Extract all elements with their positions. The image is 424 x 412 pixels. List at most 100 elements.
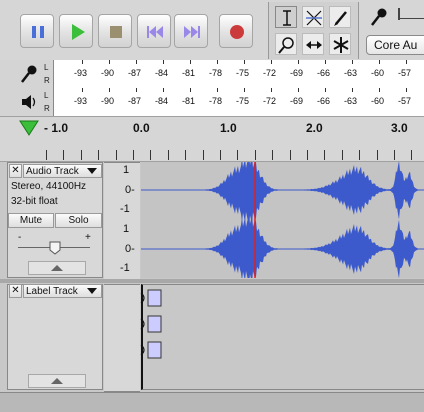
record-left-channel-label: L xyxy=(44,63,49,72)
scale-top-1: 1 xyxy=(123,164,130,176)
play-tick-mark xyxy=(406,88,407,92)
play-tick-label: -75 xyxy=(236,96,250,106)
record-tick-mark xyxy=(244,60,245,64)
ruler-tick xyxy=(81,150,82,160)
play-tick-label: -90 xyxy=(101,96,115,106)
ruler-tick xyxy=(255,150,256,160)
record-tick-mark xyxy=(379,60,380,64)
pause-icon xyxy=(32,26,44,38)
record-meter[interactable]: -93 -90 -87 -84 -81 -78 -75 -72 -69 -66 -63 -60 -57 xyxy=(53,60,424,88)
playback-left-channel-label: L xyxy=(44,91,49,100)
microphone-icon xyxy=(21,65,37,83)
audio-track-format: Stereo, 44100Hz xyxy=(11,181,87,192)
playback-meter-row: L R -93 -90 -87 -84 -81 -78 -75 -72 -69 -66 -63 -60… xyxy=(0,88,424,116)
close-icon: ✕ xyxy=(11,165,20,176)
play-tick-label: -81 xyxy=(182,96,196,106)
skip-to-end-button[interactable] xyxy=(174,14,208,48)
label-track-area[interactable] xyxy=(141,284,424,390)
ruler-tick xyxy=(116,150,117,160)
magnifier-icon xyxy=(278,37,294,54)
audio-track-collapse-button[interactable] xyxy=(28,261,86,275)
gain-slider-thumb[interactable] xyxy=(49,241,61,255)
label-track-collapse-button[interactable] xyxy=(28,374,86,388)
ruler-tick xyxy=(168,150,169,160)
ruler-tick xyxy=(150,150,151,160)
label-marker[interactable] xyxy=(140,341,162,359)
play-tick-mark xyxy=(244,88,245,92)
ruler-label: 2.0 xyxy=(306,121,323,135)
envelope-icon xyxy=(306,10,322,26)
ruler-tick xyxy=(46,150,47,160)
record-meter-row: L R -93 -90 -87 -84 -81 -78 -75 -72 -69 -66 -63 -60… xyxy=(0,60,424,88)
skip-to-start-button[interactable] xyxy=(137,14,171,48)
selection-tool[interactable] xyxy=(275,6,297,28)
ruler-tick xyxy=(342,150,343,160)
skip-to-start-icon xyxy=(147,26,163,38)
close-icon: ✕ xyxy=(11,285,20,296)
input-device-select[interactable]: Core Au xyxy=(366,35,424,55)
mute-button[interactable]: Mute xyxy=(8,213,54,228)
audio-waveform xyxy=(141,162,424,278)
play-tick-label: -60 xyxy=(371,96,385,106)
play-tick-label: -69 xyxy=(290,96,304,106)
ruler-tick xyxy=(185,150,186,160)
record-tick-label: -84 xyxy=(155,68,169,78)
label-track-name: Label Track xyxy=(26,286,78,297)
record-tick-label: -72 xyxy=(263,68,277,78)
record-tick-mark xyxy=(163,60,164,64)
zoom-tool[interactable] xyxy=(275,33,297,55)
playback-meter[interactable]: -93 -90 -87 -84 -81 -78 -75 -72 -69 -66 -63 -60 -57 xyxy=(53,88,424,116)
gain-slider[interactable] xyxy=(18,241,90,255)
play-tick-mark xyxy=(82,88,83,92)
skip-to-end-icon xyxy=(184,26,200,38)
record-tick-label: -81 xyxy=(182,68,196,78)
record-tick-label: -69 xyxy=(290,68,304,78)
play-tick-label: -78 xyxy=(209,96,223,106)
envelope-tool[interactable] xyxy=(302,6,324,28)
label-track-name-menu[interactable]: Label Track xyxy=(23,284,102,298)
asterisk-icon xyxy=(333,37,349,53)
record-tick-mark xyxy=(271,60,272,64)
play-tick-mark xyxy=(271,88,272,92)
draw-tool[interactable] xyxy=(329,6,351,28)
audio-track-name-menu[interactable]: Audio Track xyxy=(23,164,102,178)
record-tick-mark xyxy=(217,60,218,64)
label-track-close-button[interactable]: ✕ xyxy=(9,284,22,298)
play-tick-mark xyxy=(298,88,299,92)
ruler-tick xyxy=(133,150,134,160)
play-tick-label: -63 xyxy=(344,96,358,106)
play-icon xyxy=(72,24,85,40)
play-button[interactable] xyxy=(59,14,93,48)
microphone-icon xyxy=(371,8,387,26)
ruler-tick xyxy=(63,150,64,160)
playback-right-channel-label: R xyxy=(44,104,50,113)
time-shift-tool[interactable] xyxy=(302,33,324,55)
play-tick-mark xyxy=(109,88,110,92)
record-tick-label: -93 xyxy=(74,68,88,78)
stop-icon xyxy=(110,26,122,38)
stop-button[interactable] xyxy=(98,14,132,48)
ruler-tick xyxy=(394,150,395,160)
record-button[interactable] xyxy=(219,14,253,48)
scale-zero-1: 0- xyxy=(125,184,135,196)
record-tick-mark xyxy=(136,60,137,64)
speaker-icon xyxy=(22,95,36,109)
multi-tool[interactable] xyxy=(329,33,351,55)
scale-zero-2: 0- xyxy=(125,243,135,255)
label-marker[interactable] xyxy=(140,315,162,333)
record-icon xyxy=(230,25,244,39)
input-volume-slider[interactable] xyxy=(396,6,424,22)
record-tick-mark xyxy=(190,60,191,64)
play-tick-label: -57 xyxy=(398,96,412,106)
pause-button[interactable] xyxy=(20,14,54,48)
ruler-label: - 1.0 xyxy=(44,121,69,135)
play-tick-label: -93 xyxy=(74,96,88,106)
double-arrow-icon xyxy=(306,41,322,49)
i-beam-icon xyxy=(283,10,291,26)
record-tick-label: -63 xyxy=(344,68,358,78)
label-marker[interactable] xyxy=(140,289,162,307)
ruler-tick xyxy=(324,150,325,160)
audio-track-close-button[interactable]: ✕ xyxy=(9,164,22,178)
ruler-tick xyxy=(272,150,273,160)
solo-button[interactable]: Solo xyxy=(55,213,102,228)
